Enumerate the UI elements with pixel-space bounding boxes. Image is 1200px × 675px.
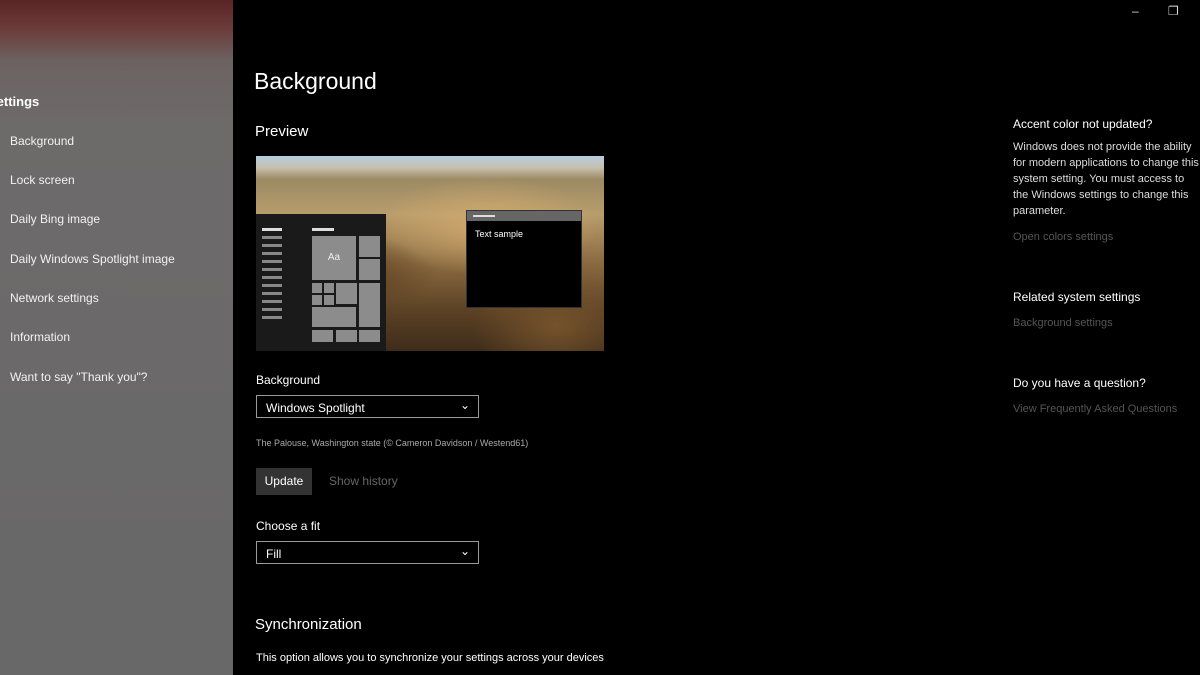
sidebar-item-thank-you[interactable]: Want to say "Thank you"? xyxy=(10,370,147,384)
preview-list-line xyxy=(262,260,282,263)
fit-select[interactable]: Fill ⌄ xyxy=(256,541,479,564)
preview-tile xyxy=(312,283,322,293)
image-caption: The Palouse, Washington state (© Cameron… xyxy=(256,438,529,448)
preview-list-line xyxy=(262,308,282,311)
preview-window: Text sample xyxy=(466,210,582,308)
chevron-down-icon: ⌄ xyxy=(459,398,470,412)
preview-tile xyxy=(359,330,380,342)
preview-list-line xyxy=(262,228,282,231)
update-button[interactable]: Update xyxy=(256,468,312,495)
sync-heading: Synchronization xyxy=(255,616,362,633)
preview-list-line xyxy=(262,268,282,271)
preview-tile xyxy=(359,283,380,327)
background-preview: Aa Text sample xyxy=(256,156,604,351)
background-select[interactable]: Windows Spotlight ⌄ xyxy=(256,395,479,418)
preview-list-line xyxy=(262,252,282,255)
background-select-label: Background xyxy=(256,373,321,387)
preview-start-menu: Aa xyxy=(256,214,386,351)
preview-heading: Preview xyxy=(255,123,309,140)
preview-tile xyxy=(336,283,357,304)
preview-tile xyxy=(312,307,356,327)
background-select-value: Windows Spotlight xyxy=(266,401,365,415)
preview-tile xyxy=(312,330,333,342)
preview-tiles-header xyxy=(312,228,334,231)
preview-list-line xyxy=(262,244,282,247)
preview-tile-large: Aa xyxy=(312,236,356,280)
sidebar-item-information[interactable]: Information xyxy=(10,330,70,344)
sidebar-item-background[interactable]: Background xyxy=(10,134,74,148)
sidebar-item-daily-bing-image[interactable]: Daily Bing image xyxy=(10,212,100,226)
preview-tile xyxy=(359,259,380,280)
preview-list-line xyxy=(262,316,282,319)
preview-list-line xyxy=(262,276,282,279)
sync-description: This option allows you to synchronize yo… xyxy=(256,652,604,664)
preview-window-titlebar xyxy=(467,211,581,221)
preview-window-text: Text sample xyxy=(475,229,524,239)
page-title: Background xyxy=(254,68,377,94)
background-settings-link[interactable]: Background settings xyxy=(1013,317,1113,329)
preview-window-title-line xyxy=(473,215,495,217)
accent-help-text: Windows does not provide the ability for… xyxy=(1013,141,1199,217)
preview-list-line xyxy=(262,236,282,239)
preview-list-line xyxy=(262,292,282,295)
preview-tile xyxy=(324,295,334,305)
sidebar: Settings Background Lock screen Daily Bi… xyxy=(0,0,233,675)
preview-tile xyxy=(324,283,334,293)
sidebar-title: Settings xyxy=(0,94,40,109)
minimize-icon[interactable]: – xyxy=(1132,4,1139,18)
preview-list-line xyxy=(262,300,282,303)
sidebar-item-daily-spotlight-image[interactable]: Daily Windows Spotlight image xyxy=(10,252,175,266)
chevron-down-icon: ⌄ xyxy=(459,544,470,558)
open-colors-settings-link[interactable]: Open colors settings xyxy=(1013,231,1113,243)
show-history-link[interactable]: Show history xyxy=(329,474,398,488)
fit-select-value: Fill xyxy=(266,547,282,561)
preview-tile xyxy=(336,330,357,342)
preview-tile xyxy=(312,295,322,305)
preview-list-line xyxy=(262,284,282,287)
preview-tile xyxy=(359,236,380,257)
sidebar-item-network-settings[interactable]: Network settings xyxy=(10,291,99,305)
related-settings-title: Related system settings xyxy=(1013,290,1141,304)
faq-link[interactable]: View Frequently Asked Questions xyxy=(1013,403,1177,415)
sidebar-item-lock-screen[interactable]: Lock screen xyxy=(10,173,75,187)
fit-select-label: Choose a fit xyxy=(256,519,321,533)
accent-help-title: Accent color not updated? xyxy=(1013,117,1153,131)
question-title: Do you have a question? xyxy=(1013,376,1146,390)
restore-icon[interactable]: ❐ xyxy=(1168,4,1179,18)
